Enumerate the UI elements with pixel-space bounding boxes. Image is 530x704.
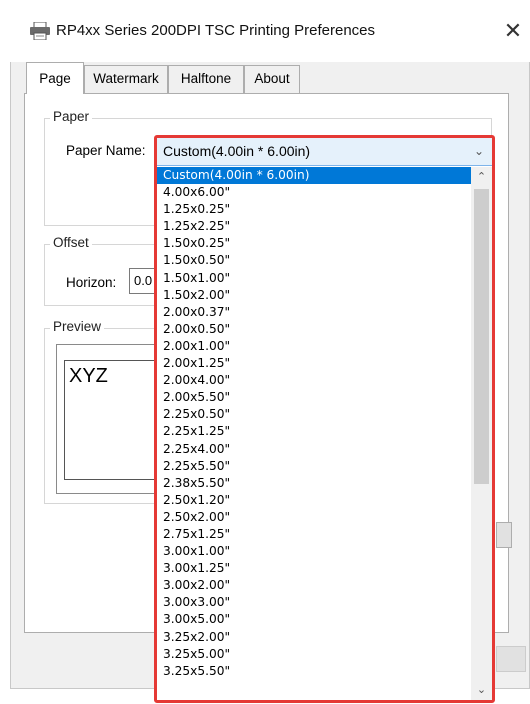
- printer-icon: [30, 22, 50, 40]
- list-item[interactable]: 1.25x0.25": [157, 201, 492, 218]
- list-item[interactable]: 1.50x0.50": [157, 252, 492, 269]
- list-item[interactable]: 2.25x1.25": [157, 423, 492, 440]
- paper-group-label: Paper: [50, 109, 93, 124]
- combobox-value: Custom(4.00in * 6.00in): [163, 143, 311, 159]
- list-item[interactable]: 3.00x1.25": [157, 560, 492, 577]
- list-item[interactable]: 2.50x1.20": [157, 492, 492, 509]
- tab-halftone[interactable]: Halftone: [168, 65, 244, 93]
- paper-name-dropdown[interactable]: Custom(4.00in * 6.00in) ⌄ Custom(4.00in …: [154, 135, 495, 703]
- list-item[interactable]: 1.50x2.00": [157, 287, 492, 304]
- list-scrollbar[interactable]: ⌃ ⌄: [471, 167, 492, 700]
- list-item[interactable]: 2.00x1.00": [157, 338, 492, 355]
- list-item[interactable]: 2.50x2.00": [157, 509, 492, 526]
- list-item[interactable]: 2.38x5.50": [157, 475, 492, 492]
- tab-watermark[interactable]: Watermark: [84, 65, 168, 93]
- list-item[interactable]: 2.00x0.37": [157, 304, 492, 321]
- list-item[interactable]: 2.00x4.00": [157, 372, 492, 389]
- horizon-label: Horizon:: [66, 275, 117, 290]
- tab-about[interactable]: About: [244, 65, 300, 93]
- paper-name-label: Paper Name:: [66, 143, 146, 158]
- paper-size-list[interactable]: Custom(4.00in * 6.00in) 4.00x6.00" 1.25x0.…: [157, 167, 492, 700]
- list-item[interactable]: 2.25x5.50": [157, 458, 492, 475]
- list-item[interactable]: 4.00x6.00": [157, 184, 492, 201]
- partial-button[interactable]: [496, 522, 512, 548]
- list-item[interactable]: 3.00x1.00": [157, 543, 492, 560]
- list-item[interactable]: 2.25x0.50": [157, 406, 492, 423]
- scroll-up-icon[interactable]: ⌃: [471, 167, 492, 187]
- list-item[interactable]: 2.00x5.50": [157, 389, 492, 406]
- list-item[interactable]: 3.00x5.00": [157, 611, 492, 628]
- list-item[interactable]: 3.25x5.50": [157, 663, 492, 680]
- preview-sample-text: XYZ: [69, 365, 108, 387]
- offset-group-label: Offset: [50, 235, 92, 250]
- list-item[interactable]: 2.00x1.25": [157, 355, 492, 372]
- scroll-thumb[interactable]: [474, 189, 489, 484]
- title-bar: RP4xx Series 200DPI TSC Printing Prefere…: [0, 0, 530, 62]
- list-item[interactable]: 3.25x5.00": [157, 646, 492, 663]
- list-item[interactable]: Custom(4.00in * 6.00in): [157, 167, 492, 185]
- paper-name-combobox[interactable]: Custom(4.00in * 6.00in) ⌄: [157, 138, 492, 166]
- list-item[interactable]: 2.25x4.00": [157, 441, 492, 458]
- tab-page[interactable]: Page: [26, 62, 84, 94]
- preview-group-label: Preview: [50, 319, 105, 334]
- list-item[interactable]: 3.00x3.00": [157, 594, 492, 611]
- list-item[interactable]: 3.00x2.00": [157, 577, 492, 594]
- list-item[interactable]: 2.00x0.50": [157, 321, 492, 338]
- list-item[interactable]: 1.50x1.00": [157, 270, 492, 287]
- partial-dialog-button[interactable]: [496, 646, 526, 672]
- list-item[interactable]: 1.25x2.25": [157, 218, 492, 235]
- chevron-down-icon[interactable]: ⌄: [474, 138, 484, 165]
- close-icon[interactable]: ✕: [498, 16, 528, 46]
- window-title: RP4xx Series 200DPI TSC Printing Prefere…: [56, 22, 376, 39]
- list-item[interactable]: 1.50x0.25": [157, 235, 492, 252]
- scroll-down-icon[interactable]: ⌄: [471, 680, 492, 700]
- list-item[interactable]: 3.25x2.00": [157, 629, 492, 646]
- list-item[interactable]: 2.75x1.25": [157, 526, 492, 543]
- label-preview: XYZ: [64, 360, 156, 480]
